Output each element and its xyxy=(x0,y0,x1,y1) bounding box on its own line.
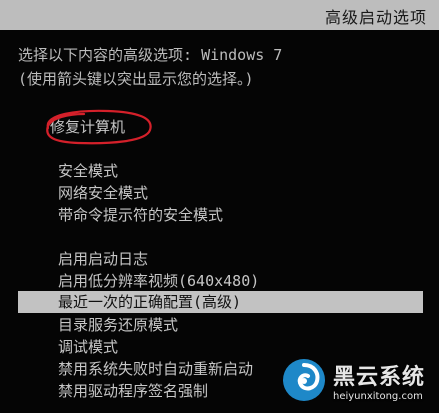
menu-item-low-resolution-video[interactable]: 启用低分辨率视频(640x480) xyxy=(58,270,259,291)
menu-item-disable-auto-restart[interactable]: 禁用系统失败时自动重新启动 xyxy=(58,358,253,379)
prompt-line-1: 选择以下内容的高级选项: Windows 7 xyxy=(18,46,283,64)
prompt-line-2: (使用箭头键以突出显示您的选择。) xyxy=(18,70,254,88)
watermark-name: 黑云系统 xyxy=(333,364,426,390)
menu-item-safe-mode-networking[interactable]: 网络安全模式 xyxy=(58,182,148,203)
menu-item-safe-mode-command-prompt[interactable]: 带命令提示符的安全模式 xyxy=(58,204,223,225)
watermark: 黑云系统 heiyunxitong.com xyxy=(281,353,431,407)
menu-item-enable-boot-logging[interactable]: 启用启动日志 xyxy=(58,248,148,269)
menu-item-debugging-mode[interactable]: 调试模式 xyxy=(58,336,118,357)
menu-item-disable-driver-signature[interactable]: 禁用驱动程序签名强制 xyxy=(58,380,208,401)
watermark-url: heiyunxitong.com xyxy=(333,390,423,402)
menu-item-repair-computer[interactable]: 修复计算机 xyxy=(50,116,125,137)
title-bar: 高级启动选项 xyxy=(0,0,439,30)
menu-item-safe-mode[interactable]: 安全模式 xyxy=(58,160,118,181)
swirl-logo-icon xyxy=(283,359,325,401)
screen-title: 高级启动选项 xyxy=(324,8,427,27)
menu-item-last-known-good-config[interactable]: 最近一次的正确配置(高级) xyxy=(18,291,423,313)
advanced-boot-options-screen: 高级启动选项 选择以下内容的高级选项: Windows 7 (使用箭头键以突出显… xyxy=(0,0,439,413)
menu-item-directory-services-restore[interactable]: 目录服务还原模式 xyxy=(58,314,178,335)
